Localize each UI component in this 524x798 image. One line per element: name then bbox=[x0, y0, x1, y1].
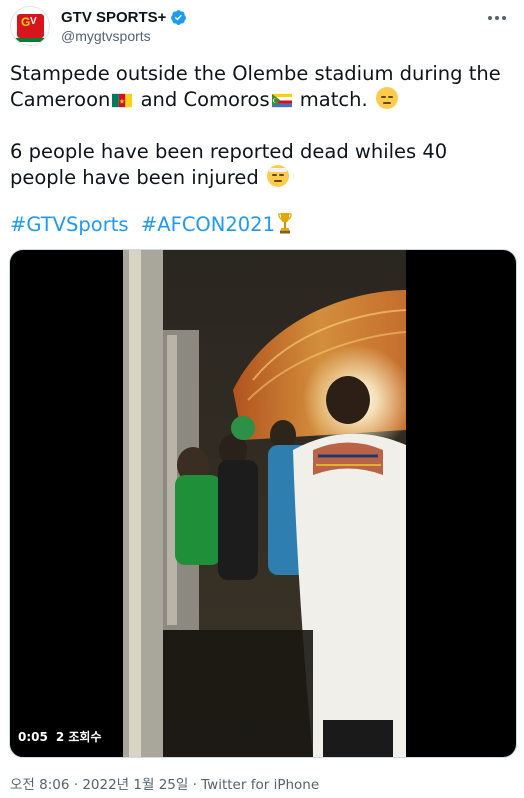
hashtag-row: #GTVSports #AFCON2021 bbox=[10, 212, 292, 238]
more-dot bbox=[495, 16, 499, 20]
avatar-logo-letter-v: V bbox=[30, 16, 37, 27]
more-dot bbox=[488, 16, 492, 20]
tweet-text-part: and Comoros bbox=[134, 88, 270, 111]
video-player[interactable]: 0:05 2 조회수 bbox=[9, 249, 517, 758]
video-view-count: 2 조회수 bbox=[55, 730, 102, 744]
avatar[interactable]: G V bbox=[10, 6, 50, 46]
tweet-date[interactable]: 2022년 1월 25일 bbox=[82, 777, 188, 793]
meta-separator: · bbox=[188, 777, 202, 793]
tweet-paragraph-1: Stampede outside the Olembe stadium duri… bbox=[10, 61, 510, 113]
tweet-paragraph-2: 6 people have been reported dead whiles … bbox=[10, 139, 510, 191]
author-name-row[interactable]: GTV SPORTS+ bbox=[61, 9, 187, 26]
avatar-logo-letter-g: G bbox=[21, 15, 31, 29]
more-dot bbox=[502, 16, 506, 20]
trophy-icon bbox=[278, 213, 292, 234]
video-elapsed-time: 0:05 bbox=[18, 729, 48, 744]
author-display-name[interactable]: GTV SPORTS+ bbox=[61, 9, 166, 26]
hashtag-link[interactable]: #AFCON2021 bbox=[141, 213, 275, 236]
video-frame[interactable] bbox=[123, 250, 406, 757]
cameroon-flag-icon bbox=[112, 93, 133, 108]
hashtag-link[interactable]: #GTVSports bbox=[10, 213, 129, 236]
more-dots-icon[interactable] bbox=[484, 8, 510, 28]
tweet-text-part: 6 people have been reported dead whiles … bbox=[10, 140, 448, 189]
tweet-text: Stampede outside the Olembe stadium duri… bbox=[10, 61, 510, 191]
tweet-text-part: match. bbox=[293, 88, 368, 111]
avatar-logo-strip bbox=[15, 38, 47, 42]
meta-separator: · bbox=[69, 777, 83, 793]
comoros-flag-icon bbox=[271, 93, 292, 108]
pensive-face-icon bbox=[375, 87, 398, 109]
tweet-source[interactable]: Twitter for iPhone bbox=[201, 777, 319, 793]
verified-badge-icon bbox=[171, 10, 187, 25]
author-handle[interactable]: @mygtvsports bbox=[61, 28, 151, 44]
video-status: 0:05 2 조회수 bbox=[18, 728, 102, 745]
tweet-metadata: 오전 8:06 · 2022년 1월 25일 · Twitter for iPh… bbox=[10, 773, 319, 793]
bandaged-face-icon bbox=[267, 165, 289, 187]
tweet-time[interactable]: 오전 8:06 bbox=[10, 777, 69, 793]
